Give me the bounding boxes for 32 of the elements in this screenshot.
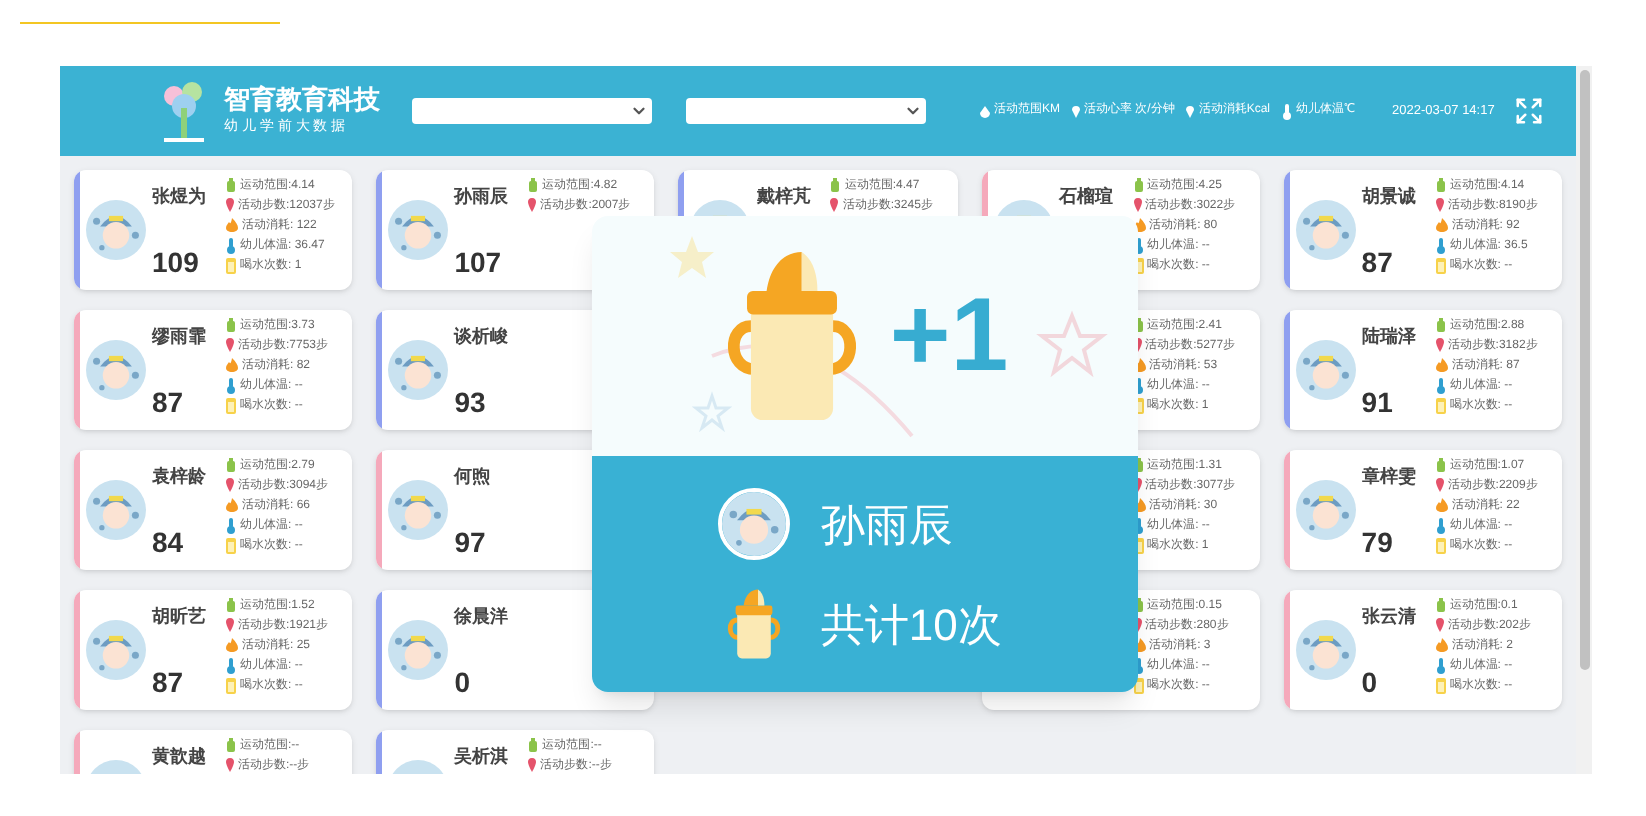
student-name: 徐晨洋 [454, 604, 511, 630]
student-name: 何煦 [454, 464, 493, 490]
student-name: 张煜为 [152, 184, 208, 210]
student-score: 87 [152, 388, 186, 416]
student-score: 0 [1361, 668, 1380, 696]
student-score: 109 [152, 248, 201, 276]
student-name: 袁梓龄 [152, 464, 208, 490]
student-name: 石榴瑄 [1059, 184, 1116, 210]
student-score: 79 [1361, 528, 1395, 556]
student-name: 胡昕艺 [152, 604, 208, 630]
total-count: 共计10次 [820, 597, 1002, 653]
student-name: 张云清 [1361, 604, 1418, 630]
app-title: 智育教育科技 [224, 84, 380, 117]
student-score: 0 [454, 668, 472, 696]
student-score: 93 [454, 388, 488, 416]
student-score: 91 [1361, 388, 1395, 416]
student-name: 陆瑞泽 [1361, 324, 1418, 350]
student-score: 87 [152, 668, 186, 696]
student-name: 戴梓芃 [756, 184, 813, 210]
student-name: 吴析淇 [454, 744, 511, 770]
student-name: 谈析峻 [454, 324, 511, 350]
student-name: 黄歆越 [152, 744, 208, 770]
student-score: 97 [454, 528, 488, 556]
student-name: 缪雨霏 [152, 324, 208, 350]
student-name: 章梓雯 [1361, 464, 1418, 490]
increment-text: +1 [889, 284, 1009, 388]
student-name: 孙雨辰 [454, 184, 511, 210]
student-name: 胡景诚 [1361, 184, 1418, 210]
student-score: 84 [152, 528, 186, 556]
student-name: 孙雨辰 [820, 497, 953, 553]
student-score: 87 [1361, 248, 1395, 276]
student-score: 107 [454, 248, 504, 276]
